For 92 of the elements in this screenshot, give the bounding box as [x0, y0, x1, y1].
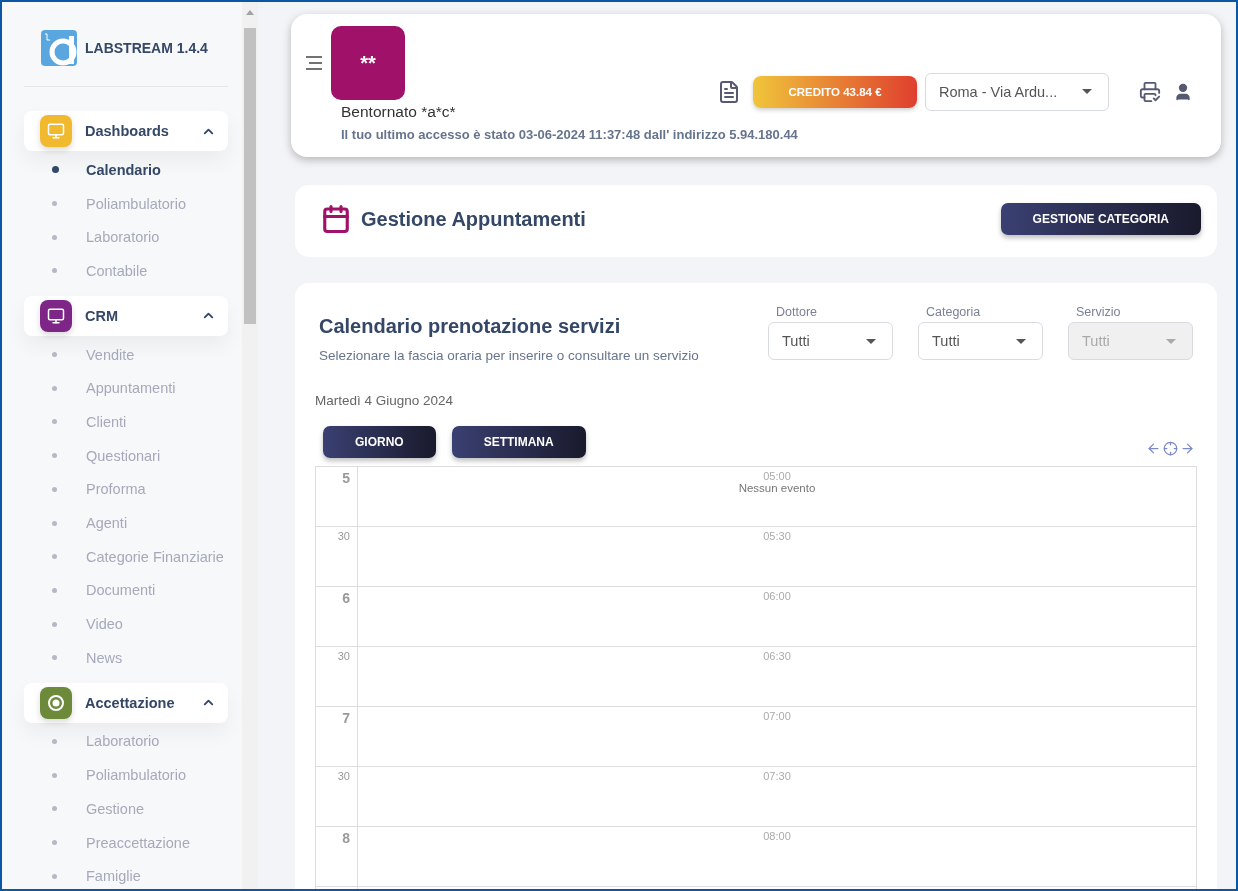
- time-slot[interactable]: 07:00: [358, 707, 1196, 766]
- bullet-icon: [52, 554, 57, 560]
- bullet-icon: [52, 352, 57, 358]
- next-arrow-icon[interactable]: [1180, 440, 1195, 456]
- time-slot[interactable]: 06:30: [358, 647, 1196, 706]
- group-label: CRM: [85, 307, 120, 324]
- greeting-text: Bentornato *a*c*: [341, 103, 456, 121]
- sidebar-link[interactable]: News: [86, 649, 123, 666]
- bullet-icon: [52, 419, 57, 425]
- time-slot[interactable]: 07:30: [358, 767, 1196, 826]
- time-slot[interactable]: 06:00: [358, 587, 1196, 646]
- logo-icon: [41, 30, 77, 66]
- credit-button[interactable]: CREDITO 43.84 €: [753, 75, 917, 108]
- view-button[interactable]: GIORNO: [323, 426, 436, 458]
- sidebar-link[interactable]: Laboratorio: [86, 229, 160, 246]
- sidebar-link[interactable]: Gestione: [86, 800, 145, 817]
- bullet-icon: [52, 873, 57, 879]
- bullet-icon: [52, 234, 57, 240]
- bullet-icon: [52, 453, 57, 459]
- sidebar-link[interactable]: Famiglie: [86, 868, 141, 885]
- hour-label: 8: [316, 827, 358, 886]
- group-label: Accettazione: [85, 694, 176, 711]
- hour-label: 30: [316, 767, 358, 826]
- bullet-icon: [52, 166, 59, 174]
- slot-time: 07:00: [763, 710, 791, 722]
- sidebar-link[interactable]: Poliambulatorio: [86, 767, 186, 784]
- sidebar-group[interactable]: CRM: [24, 295, 228, 336]
- hour-label: 7: [316, 707, 358, 766]
- sidebar-link[interactable]: Calendario: [86, 161, 161, 178]
- location-select[interactable]: Roma - Via Ardu...: [925, 72, 1109, 111]
- calendar-title: Calendario prenotazione servizi: [319, 315, 622, 338]
- sidebar-link[interactable]: Proforma: [86, 481, 146, 498]
- gestione-categoria-button[interactable]: GESTIONE CATEGORIA: [1000, 203, 1201, 235]
- sidebar-link[interactable]: Agenti: [86, 515, 128, 532]
- bullet-icon: [52, 385, 57, 391]
- time-slot[interactable]: 05:00 Nessun evento: [358, 467, 1196, 526]
- sidebar-link[interactable]: Preaccettazione: [86, 834, 190, 851]
- view-button[interactable]: SETTIMANA: [451, 426, 586, 458]
- bullet-icon: [52, 655, 57, 661]
- sidebar-link[interactable]: Appuntamenti: [86, 380, 176, 397]
- printer-icon[interactable]: [1139, 80, 1161, 103]
- user-icon[interactable]: [1173, 81, 1193, 102]
- hour-label: 5: [316, 467, 358, 526]
- sidebar-link[interactable]: Laboratorio: [86, 733, 160, 750]
- sidebar-link[interactable]: Documenti: [86, 582, 156, 599]
- avatar: **: [331, 26, 405, 100]
- bullet-icon: [52, 738, 57, 744]
- hour-label: 30: [316, 647, 358, 706]
- sidebar-link[interactable]: Poliambulatorio: [86, 195, 186, 212]
- no-events-text: Nessun evento: [738, 482, 816, 494]
- bullet-icon: [52, 268, 57, 274]
- sidebar-link[interactable]: Video: [86, 616, 123, 633]
- time-slot[interactable]: 08:00: [358, 827, 1196, 886]
- hour-label: 6: [316, 587, 358, 646]
- sidebar-link[interactable]: Clienti: [86, 413, 127, 430]
- bullet-icon: [52, 201, 57, 207]
- crosshair-icon[interactable]: [1163, 440, 1178, 456]
- bullet-icon: [52, 840, 57, 846]
- filter-select[interactable]: Tutti: [918, 322, 1043, 360]
- sidebar-link[interactable]: Vendite: [86, 346, 135, 363]
- slot-time: 07:30: [763, 770, 791, 782]
- slot-time: 05:30: [763, 530, 791, 542]
- app-name: LABSTREAM 1.4.4: [85, 40, 208, 56]
- group-label: Dashboards: [85, 123, 170, 139]
- sidebar-group[interactable]: Accettazione: [24, 682, 228, 723]
- document-icon[interactable]: [717, 79, 741, 104]
- hour-label: 30: [316, 527, 358, 586]
- calendar-icon: [321, 204, 351, 234]
- slot-time: 06:00: [763, 590, 791, 602]
- slot-time: 08:00: [763, 830, 791, 842]
- date-text: Martedì 4 Giugno 2024: [315, 393, 455, 408]
- sidebar-group[interactable]: Dashboards: [24, 111, 228, 151]
- bullet-icon: [52, 520, 57, 526]
- bullet-icon: [52, 486, 57, 492]
- filter-select[interactable]: Tutti: [768, 322, 893, 360]
- bullet-icon: [52, 587, 57, 593]
- calendar-subtitle: Selezionare la fascia oraria per inserire o consultare un servizio: [319, 348, 699, 363]
- time-slot[interactable]: 05:30: [358, 527, 1196, 586]
- filter-label: Dottore: [776, 305, 818, 319]
- sidebar-link[interactable]: Questionari: [86, 447, 161, 464]
- bullet-icon: [52, 806, 57, 812]
- sidebar-link[interactable]: Categorie Finanziarie: [86, 548, 224, 565]
- filter-label: Categoria: [926, 305, 982, 319]
- slot-time: 06:30: [763, 650, 791, 662]
- bullet-icon: [52, 621, 57, 627]
- sidebar-link[interactable]: Contabile: [86, 262, 148, 279]
- menu-icon[interactable]: [305, 56, 323, 70]
- bullet-icon: [52, 772, 57, 778]
- last-access-text: Il tuo ultimo accesso è stato 03-06-2024 11:37:48 dall' indirizzo 5.94.180.44: [341, 127, 798, 142]
- slot-time: 05:00: [763, 470, 791, 482]
- filter-label: Servizio: [1076, 305, 1122, 319]
- page-title: Gestione Appuntamenti: [361, 207, 586, 231]
